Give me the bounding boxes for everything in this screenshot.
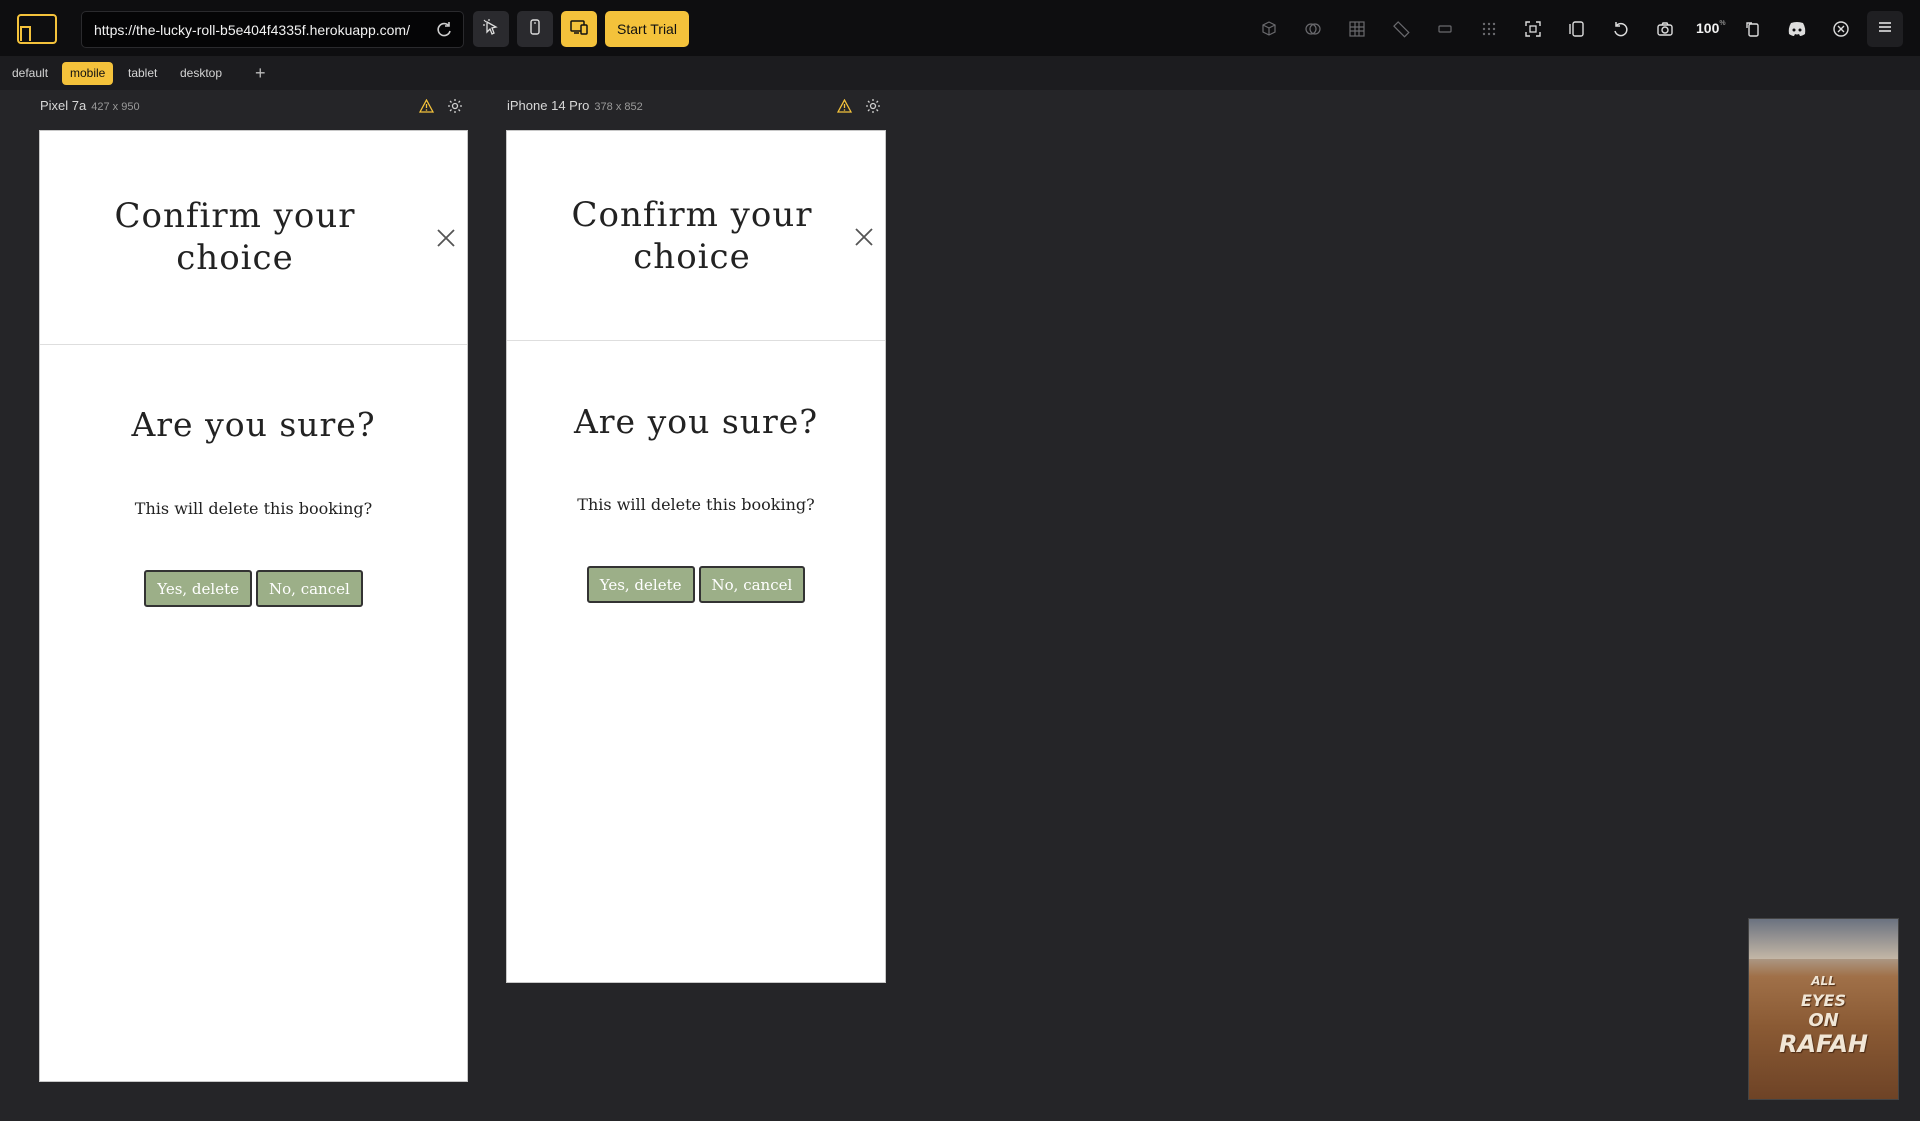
device-name: iPhone 14 Pro: [507, 98, 590, 113]
camera-icon[interactable]: [1654, 18, 1676, 40]
device-rotate-icon[interactable]: [1742, 18, 1764, 40]
close-circle-icon[interactable]: [1830, 18, 1852, 40]
inspect-cursor-button[interactable]: [473, 11, 509, 47]
confirm-message: This will delete this booking?: [577, 495, 815, 514]
modal-title: Confirm your choice: [571, 195, 813, 277]
device-header-iphone: iPhone 14 Pro 378 x 852: [507, 97, 643, 117]
mobile-device-icon: [526, 18, 544, 41]
start-trial-button[interactable]: Start Trial: [605, 11, 689, 47]
zoom-value: 100: [1696, 20, 1720, 36]
tab-tablet[interactable]: tablet: [120, 62, 165, 85]
thumbnail-line: EYES: [1801, 991, 1846, 1010]
thumbnail-text: ALL EYES ON RAFAH: [1749, 971, 1898, 1057]
yes-delete-button[interactable]: Yes, delete: [586, 566, 695, 603]
poster-thumbnail[interactable]: ALL EYES ON RAFAH: [1748, 918, 1899, 1100]
viewport-tabs-bar: default mobile tablet desktop +: [0, 57, 1920, 90]
device-size: 427 x 950: [91, 101, 140, 113]
inspect-cursor-icon: [482, 18, 500, 41]
screenshot-frame-icon[interactable]: [1522, 18, 1544, 40]
modal-header: Confirm your choice: [507, 131, 885, 341]
confirm-heading: Are you sure?: [573, 402, 819, 441]
confirm-actions: Yes, delete No, cancel: [507, 566, 885, 603]
thumbnail-line: ALL: [1811, 974, 1836, 988]
yes-delete-button[interactable]: Yes, delete: [144, 570, 252, 607]
rotate-icon[interactable]: [1610, 18, 1632, 40]
device-frame-iphone: Confirm your choice Are you sure? This w…: [506, 130, 886, 983]
discord-icon[interactable]: [1786, 18, 1808, 40]
confirm-message: This will delete this booking?: [134, 499, 373, 518]
tab-default[interactable]: default: [4, 62, 56, 85]
warning-icon[interactable]: [836, 98, 853, 113]
close-icon[interactable]: [854, 227, 874, 247]
zoom-level[interactable]: 100%: [1696, 20, 1726, 36]
top-toolbar: https://the-lucky-roll-b5e404f4335f.hero…: [0, 0, 1920, 57]
url-text[interactable]: https://the-lucky-roll-b5e404f4335f.hero…: [94, 22, 410, 38]
mobile-device-button[interactable]: [517, 11, 553, 47]
dots-grid-icon[interactable]: [1478, 18, 1500, 40]
device-header-pixel: Pixel 7a 427 x 950: [40, 97, 140, 117]
responsive-devices-icon: [569, 18, 589, 41]
close-icon[interactable]: [436, 228, 456, 248]
cube-icon[interactable]: [1258, 18, 1280, 40]
rectangle-icon[interactable]: [1434, 18, 1456, 40]
confirm-actions: Yes, delete No, cancel: [40, 570, 467, 607]
ruler-icon[interactable]: [1390, 18, 1412, 40]
menu-button[interactable]: [1867, 11, 1903, 47]
tab-desktop[interactable]: desktop: [172, 62, 230, 85]
no-cancel-button[interactable]: No, cancel: [256, 570, 363, 607]
confirm-heading: Are you sure?: [131, 405, 376, 444]
modal-title: Confirm your choice: [114, 196, 356, 278]
layout-logo-icon[interactable]: [17, 14, 57, 44]
thumbnail-line: ON: [1808, 1010, 1839, 1031]
url-bar[interactable]: https://the-lucky-roll-b5e404f4335f.hero…: [81, 11, 464, 48]
gear-icon[interactable]: [865, 98, 881, 114]
responsive-devices-button[interactable]: [561, 11, 597, 47]
grid-icon[interactable]: [1346, 18, 1368, 40]
device-size: 378 x 852: [594, 101, 643, 113]
device-frame-pixel: Confirm your choice Are you sure? This w…: [39, 130, 468, 1082]
zoom-unit: %: [1719, 20, 1726, 28]
thumbnail-sky: [1749, 919, 1898, 959]
no-cancel-button[interactable]: No, cancel: [698, 566, 806, 603]
gear-icon[interactable]: [447, 98, 463, 114]
sidebar-toggle-icon[interactable]: [1566, 18, 1588, 40]
device-name: Pixel 7a: [40, 98, 87, 113]
thumbnail-line: RAFAH: [1778, 1030, 1868, 1058]
warning-icon[interactable]: [418, 98, 435, 113]
modal-header: Confirm your choice: [40, 131, 467, 345]
overlap-circles-icon[interactable]: [1302, 18, 1324, 40]
add-tab-button[interactable]: +: [255, 61, 271, 83]
reload-icon[interactable]: [435, 21, 453, 39]
tab-mobile[interactable]: mobile: [62, 62, 114, 85]
menu-icon: [1876, 18, 1894, 41]
